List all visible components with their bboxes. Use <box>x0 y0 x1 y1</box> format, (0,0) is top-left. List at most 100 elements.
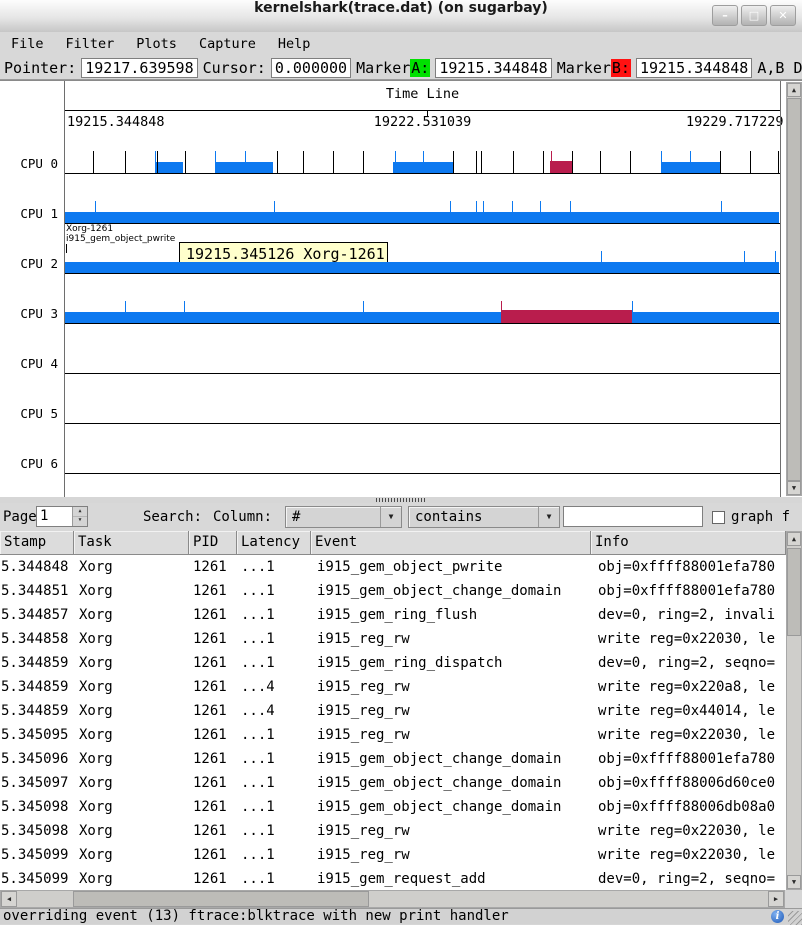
hover-task-label: Xorg-1261 <box>66 224 113 234</box>
cell-stamp: 5.345099 <box>1 843 75 867</box>
column-header-latency[interactable]: Latency <box>237 531 311 555</box>
close-button[interactable]: ✕ <box>770 5 796 26</box>
operator-select[interactable]: contains ▼ <box>408 506 560 528</box>
table-scroll-up-icon[interactable]: ▲ <box>787 532 801 546</box>
cell-info: dev=0, ring=2, seqno= <box>598 867 786 890</box>
search-input[interactable] <box>563 506 703 527</box>
cell-latency: ...1 <box>241 747 313 771</box>
event-tick <box>245 151 246 173</box>
event-tick <box>453 151 454 173</box>
spin-down-icon[interactable]: ▼ <box>73 516 87 525</box>
table-vertical-scrollbar[interactable]: ▲ ▼ <box>786 531 802 890</box>
horizontal-scroll-thumb[interactable] <box>73 891 369 907</box>
event-tick <box>363 301 364 323</box>
column-header-pid[interactable]: PID <box>189 531 237 555</box>
cell-latency: ...1 <box>241 651 313 675</box>
cpu-task-bar[interactable] <box>65 212 779 223</box>
menu-help[interactable]: Help <box>267 32 322 56</box>
cpu-column-separator <box>64 81 65 497</box>
cpu-task-bar[interactable] <box>65 312 779 323</box>
cell-latency: ...1 <box>241 723 313 747</box>
cell-event: i915_reg_rw <box>317 723 594 747</box>
column-header-stamp[interactable]: Stamp <box>0 531 74 555</box>
plot-layer[interactable]: Time Line 19215.344848 19222.531039 1922… <box>0 81 802 497</box>
event-tick <box>775 251 776 273</box>
table-horizontal-scrollbar[interactable]: ◀ ▶ <box>0 890 785 908</box>
table-row[interactable]: 5.345097Xorg1261...1i915_gem_object_chan… <box>0 771 786 795</box>
event-tick <box>630 151 631 173</box>
scroll-right-icon[interactable]: ▶ <box>768 891 784 907</box>
cell-task: Xorg <box>79 579 189 603</box>
cell-event: i915_reg_rw <box>317 843 594 867</box>
menu-filter[interactable]: Filter <box>55 32 126 56</box>
event-tick <box>476 151 477 173</box>
page-spinbox[interactable]: 1 ▲ ▼ <box>36 506 88 527</box>
table-scroll-down-icon[interactable]: ▼ <box>787 875 801 889</box>
table-row[interactable]: 5.345099Xorg1261...1i915_reg_rwwrite reg… <box>0 843 786 867</box>
event-tick <box>125 151 126 173</box>
table-row[interactable]: 5.345098Xorg1261...1i915_gem_object_chan… <box>0 795 786 819</box>
table-row[interactable]: 5.344859Xorg1261...4i915_reg_rwwrite reg… <box>0 699 786 723</box>
table-row[interactable]: 5.345099Xorg1261...1i915_gem_request_add… <box>0 867 786 890</box>
cpu-task-bar[interactable] <box>155 162 183 173</box>
cpu-task-bar[interactable] <box>215 162 273 173</box>
column-header-info[interactable]: Info <box>591 531 786 555</box>
resize-grip-icon[interactable] <box>788 911 802 925</box>
pointer-label: Pointer: <box>4 59 76 77</box>
column-header-task[interactable]: Task <box>74 531 189 555</box>
cell-info: dev=0, ring=2, seqno= <box>598 651 786 675</box>
cell-stamp: 5.344857 <box>1 603 75 627</box>
table-row[interactable]: 5.344848Xorg1261...1i915_gem_object_pwri… <box>0 555 786 579</box>
cpu-task-bar[interactable] <box>65 262 779 273</box>
page-spin-buttons: ▲ ▼ <box>72 507 87 526</box>
event-tick <box>600 151 601 173</box>
table-row[interactable]: 5.344858Xorg1261...1i915_reg_rwwrite reg… <box>0 627 786 651</box>
cell-pid: 1261 <box>193 843 237 867</box>
column-header-event[interactable]: Event <box>311 531 591 555</box>
cell-task: Xorg <box>79 747 189 771</box>
timeline-graph[interactable]: Time Line 19215.344848 19222.531039 1922… <box>0 80 802 497</box>
menu-plots[interactable]: Plots <box>125 32 188 56</box>
table-row[interactable]: 5.345096Xorg1261...1i915_gem_object_chan… <box>0 747 786 771</box>
graph-follows-checkbox[interactable] <box>712 511 725 524</box>
table-row[interactable]: 5.344857Xorg1261...1i915_gem_ring_flushd… <box>0 603 786 627</box>
graph-vertical-scrollbar[interactable]: ▲ ▼ <box>786 82 802 496</box>
cell-pid: 1261 <box>193 771 237 795</box>
info-icon[interactable]: i <box>771 910 784 923</box>
maximize-button[interactable]: □ <box>741 5 767 26</box>
cell-info: obj=0xffff88001efa780 <box>598 747 786 771</box>
title-bar[interactable]: kernelshark(trace.dat) (on sugarbay) – □… <box>0 0 802 33</box>
table-scroll-thumb[interactable] <box>787 548 801 636</box>
table-row[interactable]: 5.344859Xorg1261...4i915_reg_rwwrite reg… <box>0 675 786 699</box>
cpu-task-bar[interactable] <box>501 310 632 323</box>
chevron-down-icon[interactable]: ▼ <box>538 507 559 527</box>
event-tick <box>93 151 94 173</box>
event-tick <box>513 151 514 173</box>
marker-a: MarkerA: <box>356 59 430 77</box>
table-row[interactable]: 5.345098Xorg1261...1i915_reg_rwwrite reg… <box>0 819 786 843</box>
pointer-value: 19217.639598 <box>81 58 197 78</box>
chevron-down-icon[interactable]: ▼ <box>380 507 401 527</box>
event-tick <box>632 301 633 323</box>
graph-scroll-thumb[interactable] <box>787 98 801 481</box>
plot-right-border <box>780 81 781 497</box>
minimize-button[interactable]: – <box>712 5 738 26</box>
table-row[interactable]: 5.344851Xorg1261...1i915_gem_object_chan… <box>0 579 786 603</box>
cpu-baseline <box>65 273 780 274</box>
scrollbar-corner <box>785 890 802 908</box>
graph-scroll-up-icon[interactable]: ▲ <box>787 83 801 97</box>
menu-capture[interactable]: Capture <box>188 32 267 56</box>
column-select[interactable]: # ▼ <box>285 506 402 528</box>
menu-file[interactable]: File <box>0 32 55 56</box>
axis-label-right: 19229.717229 <box>686 114 784 130</box>
splitter-grip-icon[interactable] <box>376 498 426 502</box>
cpu-task-bar[interactable] <box>550 161 572 173</box>
cell-task: Xorg <box>79 675 189 699</box>
scroll-left-icon[interactable]: ◀ <box>1 891 17 907</box>
table-row[interactable]: 5.344859Xorg1261...1i915_gem_ring_dispat… <box>0 651 786 675</box>
event-tick <box>661 151 662 173</box>
table-row[interactable]: 5.345095Xorg1261...1i915_reg_rwwrite reg… <box>0 723 786 747</box>
cell-latency: ...4 <box>241 699 313 723</box>
cell-info: write reg=0x22030, le <box>598 627 786 651</box>
graph-scroll-down-icon[interactable]: ▼ <box>787 481 801 495</box>
